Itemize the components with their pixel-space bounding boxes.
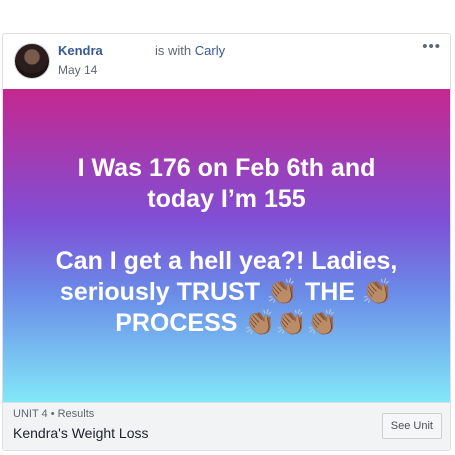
unit-title[interactable]: Kendra's Weight Loss [13,425,149,441]
author-avatar[interactable] [14,43,50,79]
banner-line-3: Can I get a hell yea?! Ladies, [55,246,398,275]
text-banner: I Was 176 on Feb 6th and today I’m 155 C… [3,89,450,402]
author-name[interactable]: Kendra [58,43,103,58]
unit-label: UNIT 4 • Results [13,408,95,420]
post-date[interactable]: May 14 [58,63,97,77]
with-text: is with Carly [155,43,225,58]
banner-line-1: I Was 176 on Feb 6th and [77,153,376,182]
unit-footer: UNIT 4 • Results Kendra's Weight Loss Se… [3,402,450,450]
post-card: Kendra is with Carly May 14 ••• I Was 17… [2,33,451,451]
banner-line-5: PROCESS 👏🏽👏🏽👏🏽 [115,308,338,337]
banner-line-4: seriously TRUST 👏🏽 THE 👏🏽 [59,277,394,306]
see-unit-button[interactable]: See Unit [381,413,442,439]
more-options-icon[interactable]: ••• [422,38,441,55]
banner-line-2: today I’m 155 [147,184,306,213]
tagged-friend-link[interactable]: Carly [195,43,225,58]
with-label: is with [155,43,192,58]
